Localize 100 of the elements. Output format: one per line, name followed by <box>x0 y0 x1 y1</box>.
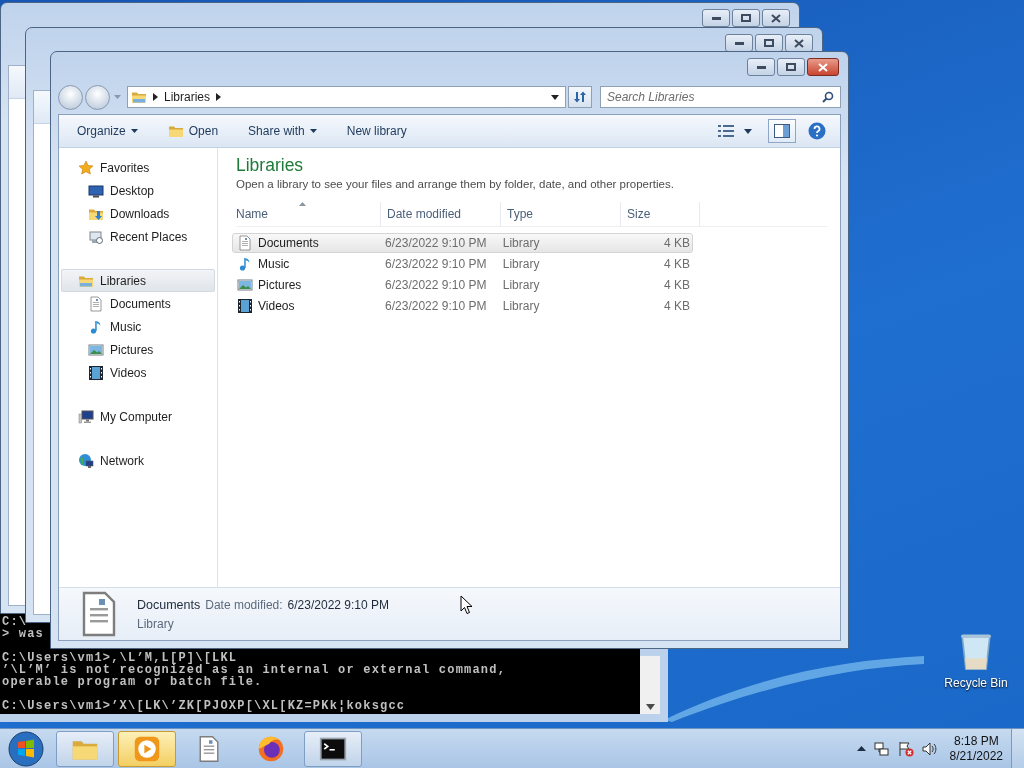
close-button[interactable] <box>762 9 790 27</box>
taskbar-button[interactable] <box>304 730 362 767</box>
maximize-button[interactable] <box>732 9 760 27</box>
nav-item[interactable]: Documents <box>61 292 215 315</box>
library-heading: Libraries <box>236 154 305 176</box>
nav-item[interactable]: Downloads <box>61 202 215 225</box>
minimize-button[interactable] <box>747 58 775 76</box>
nav-item[interactable]: My Computer <box>61 405 215 428</box>
file-row[interactable]: Music 6/23/2022 9:10 PM Library 4 KB <box>232 254 693 274</box>
toolbar-button[interactable]: Share with <box>240 119 325 143</box>
minimize-button[interactable] <box>725 34 753 52</box>
close-button[interactable] <box>807 58 839 76</box>
caret-icon <box>744 128 752 134</box>
type-cell-text: Library <box>501 299 541 313</box>
star-icon <box>78 159 94 176</box>
refresh-button[interactable] <box>568 86 592 108</box>
nav-item[interactable]: Network <box>61 449 215 472</box>
picture-icon <box>88 341 104 358</box>
network-icon[interactable] <box>873 740 890 757</box>
preview-pane-icon <box>774 124 790 138</box>
refresh-icon <box>573 91 587 103</box>
details-view-icon <box>718 125 734 137</box>
maximize-button[interactable] <box>777 58 805 76</box>
mouse-pointer-icon <box>460 595 473 615</box>
chevron-icon[interactable] <box>153 93 158 101</box>
maximize-button[interactable] <box>755 34 783 52</box>
close-icon <box>771 13 781 23</box>
restore-icon <box>764 39 774 47</box>
size-cell-text: 4 KB <box>663 299 691 313</box>
computer-icon <box>78 408 94 425</box>
document-icon <box>237 235 253 251</box>
nav-item[interactable]: Favorites <box>61 156 215 179</box>
item-type: Library <box>137 616 175 631</box>
globe-icon <box>78 452 94 469</box>
nav-item[interactable]: Videos <box>61 361 215 384</box>
media-player-icon <box>133 734 161 763</box>
caret-icon <box>130 129 138 133</box>
toolbar-button[interactable]: Organize <box>69 119 146 143</box>
file-row[interactable]: Documents 6/23/2022 9:10 PM Library 4 KB <box>232 233 693 253</box>
column-header[interactable]: Name <box>236 202 381 226</box>
recycle-bin-shortcut[interactable]: Recycle Bin <box>938 628 1014 690</box>
file-name: Music <box>258 257 290 271</box>
console-line: C:\ <box>2 616 28 628</box>
breadcrumb[interactable]: Libraries <box>164 90 211 104</box>
date-cell-text: 6/23/2022 9:10 PM <box>384 257 488 271</box>
film-icon <box>237 298 253 314</box>
column-header[interactable]: Size <box>621 202 700 226</box>
console-line: > was <box>2 628 44 640</box>
nav-item[interactable]: Desktop <box>61 179 215 202</box>
nav-item[interactable]: Pictures <box>61 338 215 361</box>
size-cell-text: 4 KB <box>663 257 691 271</box>
nav-item[interactable]: Recent Places <box>61 225 215 248</box>
minimize-icon <box>734 41 744 45</box>
film-icon <box>88 364 104 381</box>
column-header[interactable]: Type <box>501 202 621 226</box>
clock-time: 8:18 PM <box>953 733 999 749</box>
minimize-icon <box>711 16 721 20</box>
library-description: Open a library to see your files and arrange them by folder, date, and other properties. <box>236 178 675 190</box>
close-button[interactable] <box>785 34 813 52</box>
clock-date: 8/21/2022 <box>949 748 1003 764</box>
date-cell-text: 6/23/2022 9:10 PM <box>384 299 488 313</box>
search-icon[interactable] <box>822 91 834 103</box>
nav-item[interactable]: Libraries <box>61 269 215 292</box>
clock[interactable]: 8:18 PM 8/21/2022 <box>949 733 1003 764</box>
file-name: Pictures <box>258 278 302 292</box>
size-cell-text: 4 KB <box>663 236 691 250</box>
toolbar-button[interactable]: Open <box>159 119 227 143</box>
date-cell-text: 6/23/2022 9:10 PM <box>384 236 488 250</box>
scrollbar[interactable] <box>640 656 660 714</box>
speaker-icon[interactable] <box>921 740 938 757</box>
restore-icon <box>741 14 751 22</box>
console-line: operable program or batch file. <box>2 676 263 688</box>
property-value: 6/23/2022 9:10 PM <box>287 597 390 612</box>
minimize-icon <box>756 65 766 69</box>
scroll-down-icon <box>645 704 655 710</box>
file-name: Videos <box>258 299 295 313</box>
file-row[interactable]: Pictures 6/23/2022 9:10 PM Library 4 KB <box>232 275 693 295</box>
close-icon <box>794 38 804 48</box>
close-icon <box>818 62 828 72</box>
dropdown-caret-icon[interactable] <box>551 94 559 100</box>
minimize-button[interactable] <box>702 9 730 27</box>
console-line: ’\L’M’ is not recognized as an internal or external command, <box>2 664 507 676</box>
date-cell-text: 6/23/2022 9:10 PM <box>384 278 488 292</box>
nav-item[interactable]: Music <box>61 315 215 338</box>
console-line: C:\Users\vm1>’X\[LK\’ZK[PJOXP[\XL[KZ=PKk¦koksgcc <box>2 700 406 712</box>
address-bar[interactable]: Libraries <box>127 86 566 108</box>
file-name: Documents <box>258 236 319 250</box>
toolbar-button[interactable]: New library <box>338 119 415 143</box>
type-cell-text: Library <box>501 278 541 292</box>
recycle-bin-label: Recycle Bin <box>944 676 1008 690</box>
file-row[interactable]: Videos 6/23/2022 9:10 PM Library 4 KB <box>232 296 693 316</box>
restore-icon <box>786 63 796 71</box>
search-field[interactable]: Search Libraries <box>600 86 841 108</box>
column-header[interactable]: Date modified <box>381 202 501 226</box>
recent-places-icon <box>88 228 104 245</box>
property-label: Date modified: <box>205 597 283 612</box>
show-hidden-icons-icon[interactable] <box>856 746 866 751</box>
preview-pane-button[interactable] <box>768 119 796 143</box>
flag-alert-icon[interactable] <box>897 740 914 757</box>
chevron-icon[interactable] <box>216 93 222 101</box>
